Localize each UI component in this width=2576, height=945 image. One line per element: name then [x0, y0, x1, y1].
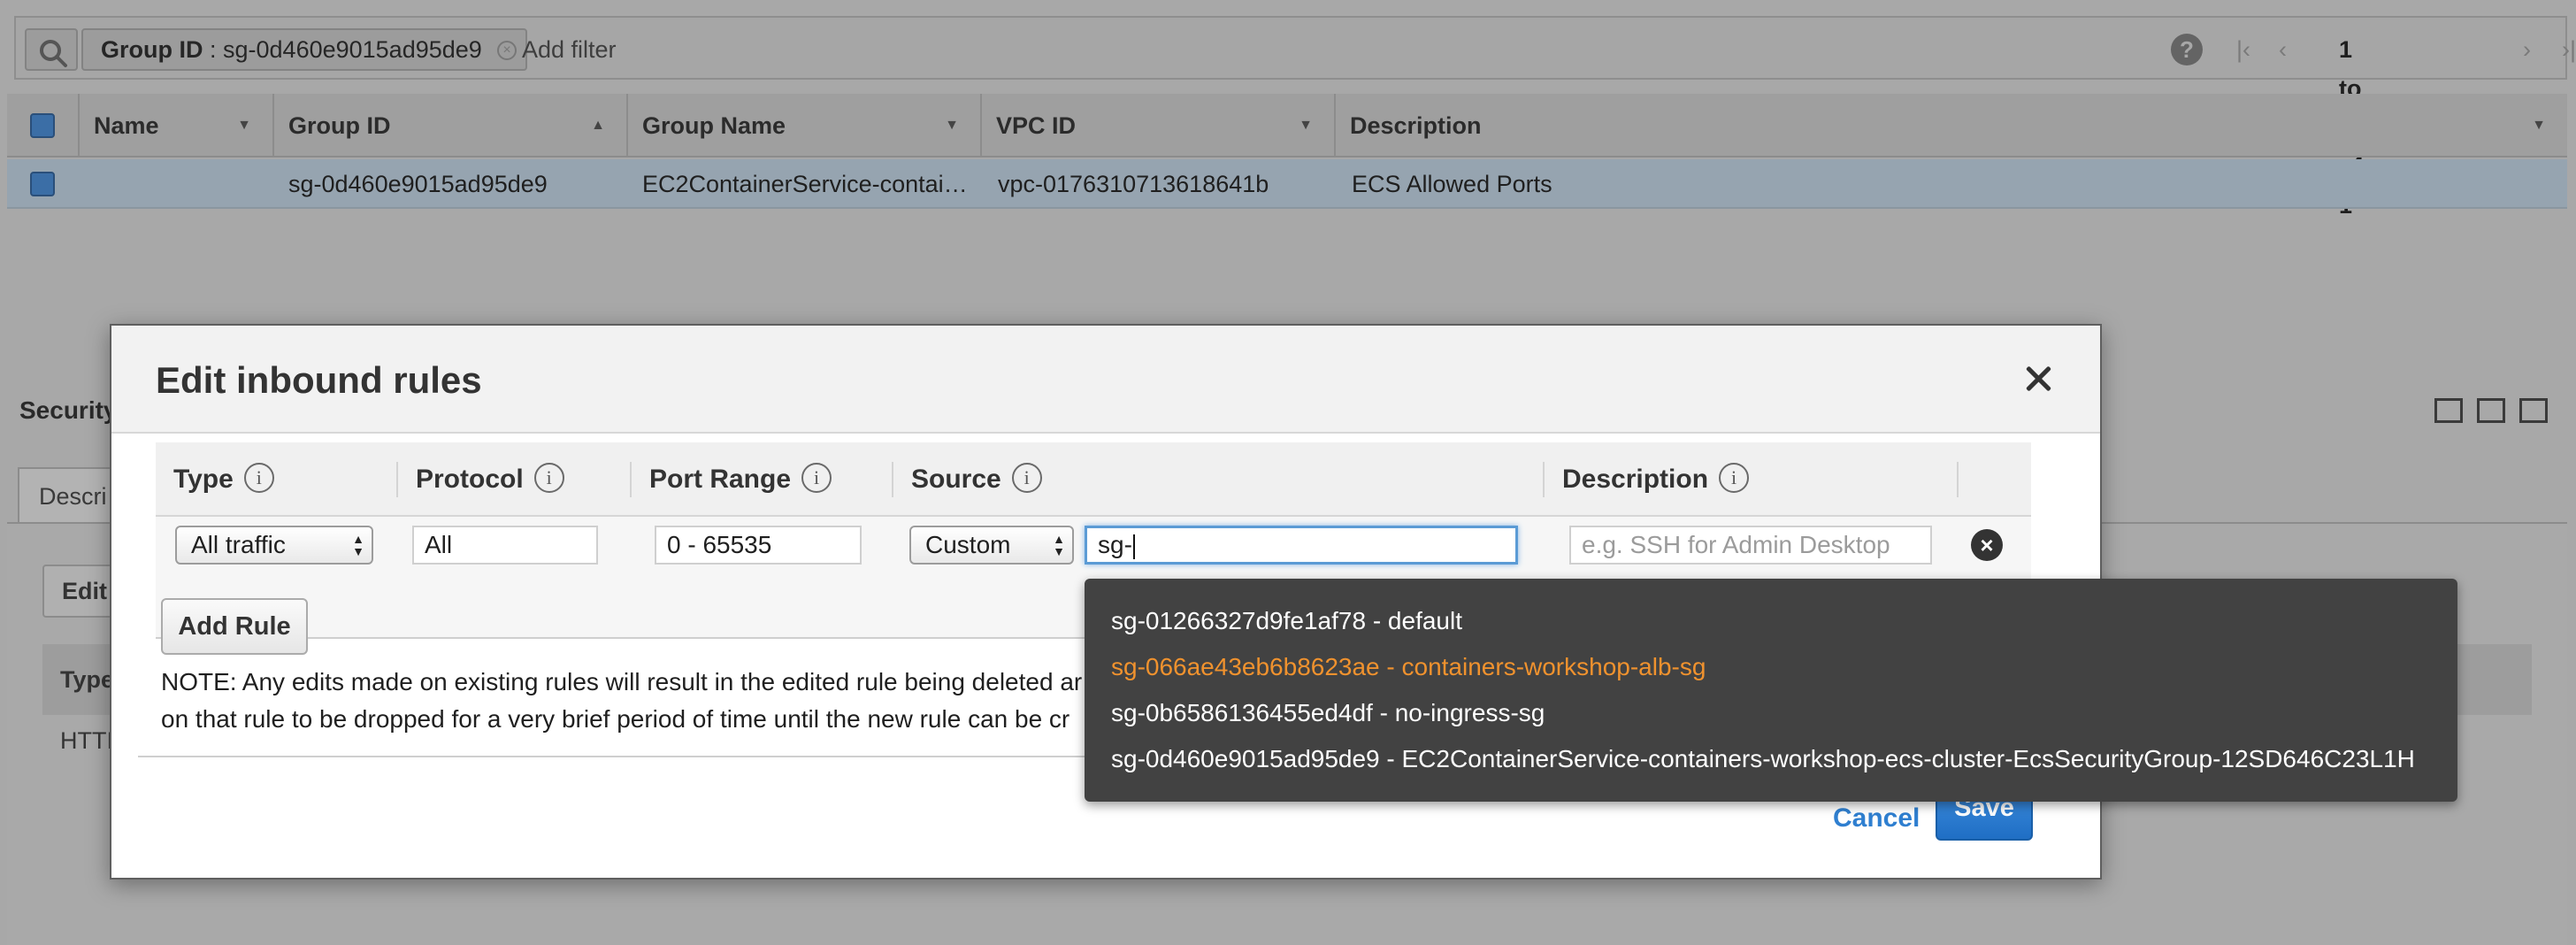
header-protocol: Protocol i [398, 442, 564, 517]
remove-rule-icon[interactable]: × [1971, 529, 2003, 561]
prev-page-icon[interactable]: ‹ [2279, 30, 2287, 69]
sort-down-icon: ▼ [1299, 118, 1313, 133]
autocomplete-option[interactable]: sg-0d460e9015ad95de9 - EC2ContainerServi… [1111, 743, 2415, 775]
tab-description[interactable]: Descri [18, 467, 124, 522]
autocomplete-option[interactable]: sg-0b6586136455ed4df - no-ingress-sg [1111, 697, 1545, 729]
add-rule-button[interactable]: Add Rule [161, 598, 308, 655]
info-icon[interactable]: i [243, 463, 274, 494]
select-arrows-icon: ▲ ▼ [1053, 532, 1065, 558]
table-row[interactable]: sg-0d460e9015ad95de9 EC2ContainerService… [7, 159, 2567, 209]
protocol-field[interactable]: All [412, 526, 598, 565]
info-icon[interactable]: i [801, 463, 832, 494]
column-header-name[interactable]: Name ▼ [78, 94, 272, 158]
row-checkbox[interactable] [30, 172, 55, 196]
close-icon[interactable] [2020, 361, 2056, 396]
filter-chip[interactable]: Group ID : sg-0d460e9015ad95de9 × [81, 28, 527, 71]
column-header-group-id[interactable]: Group ID ▲ [272, 94, 626, 158]
search-icon [40, 40, 67, 67]
first-page-icon[interactable]: |‹ [2236, 30, 2250, 69]
sort-up-icon: ▲ [591, 118, 605, 133]
select-all-checkbox[interactable] [30, 113, 55, 138]
modal-header: Edit inbound rules [111, 326, 2100, 434]
port-range-field[interactable]: 0 - 65535 [655, 526, 862, 565]
info-icon[interactable]: i [533, 463, 564, 494]
filter-chip-value: sg-0d460e9015ad95de9 [223, 36, 482, 63]
next-page-icon[interactable]: › [2523, 30, 2531, 69]
filter-chip-key: Group ID [101, 36, 203, 63]
autocomplete-option[interactable]: sg-01266327d9fe1af78 - default [1111, 605, 1462, 637]
layout-top-icon[interactable] [2519, 398, 2548, 423]
rules-table-header: Type i Protocol i Port Range i Source i Desc… [156, 442, 2031, 517]
filter-bar: Group ID : sg-0d460e9015ad95de9 × Add fi… [14, 16, 2576, 219]
help-icon[interactable]: ? [2171, 34, 2203, 65]
cell-vpc-id: vpc-0176310713618641b [998, 171, 1269, 197]
source-input[interactable]: sg- [1085, 526, 1518, 565]
column-header-group-name[interactable]: Group Name ▼ [626, 94, 980, 158]
edit-note: NOTE: Any edits made on existing rules w… [161, 668, 1083, 733]
text-cursor [1132, 534, 1135, 559]
column-header-vpc-id[interactable]: VPC ID ▼ [980, 94, 1334, 158]
header-source: Source i [893, 442, 1042, 517]
layout-bottom-icon[interactable] [2434, 398, 2463, 423]
layout-split-icon[interactable] [2477, 398, 2505, 423]
header-description: Description i [1545, 442, 1750, 517]
remove-filter-icon[interactable]: × [497, 41, 517, 60]
column-header-description[interactable]: Description ▼ [1334, 94, 2567, 158]
section-label: Security [19, 396, 118, 424]
cell-group-id: sg-0d460e9015ad95de9 [288, 171, 548, 197]
info-icon[interactable]: i [1011, 463, 1042, 494]
cell-group-name: EC2ContainerService-contai… [642, 171, 968, 197]
sort-down-icon: ▼ [945, 118, 959, 133]
search-button[interactable] [25, 28, 78, 71]
grid-header: Name ▼ Group ID ▲ Group Name ▼ VPC ID ▼ Desc… [7, 94, 2567, 158]
select-arrows-icon: ▲ ▼ [352, 532, 364, 558]
description-input[interactable]: e.g. SSH for Admin Desktop [1569, 526, 1932, 565]
type-select[interactable]: All traffic ▲ ▼ [175, 526, 373, 565]
cancel-button[interactable]: Cancel [1833, 803, 1920, 834]
rules-table-cell: HTTI [60, 727, 113, 754]
header-port-range: Port Range i [632, 442, 832, 517]
source-autocomplete-dropdown: sg-01266327d9fe1af78 - default sg-066ae4… [1085, 579, 2457, 802]
info-icon[interactable]: i [1719, 463, 1750, 494]
sort-down-icon: ▼ [2532, 118, 2546, 133]
panel-layout-icons [2434, 398, 2558, 426]
modal-title: Edit inbound rules [156, 359, 482, 401]
header-type: Type i [156, 442, 274, 517]
cell-description: ECS Allowed Ports [1352, 171, 1552, 197]
source-mode-select[interactable]: Custom ▲ ▼ [909, 526, 1074, 565]
cell-name [92, 159, 269, 209]
last-page-icon[interactable]: ›| [2562, 30, 2576, 69]
add-filter-input[interactable]: Add filter [522, 30, 617, 69]
autocomplete-option-highlighted[interactable]: sg-066ae43eb6b8623ae - containers-worksh… [1111, 651, 1706, 683]
sort-down-icon: ▼ [237, 118, 251, 133]
